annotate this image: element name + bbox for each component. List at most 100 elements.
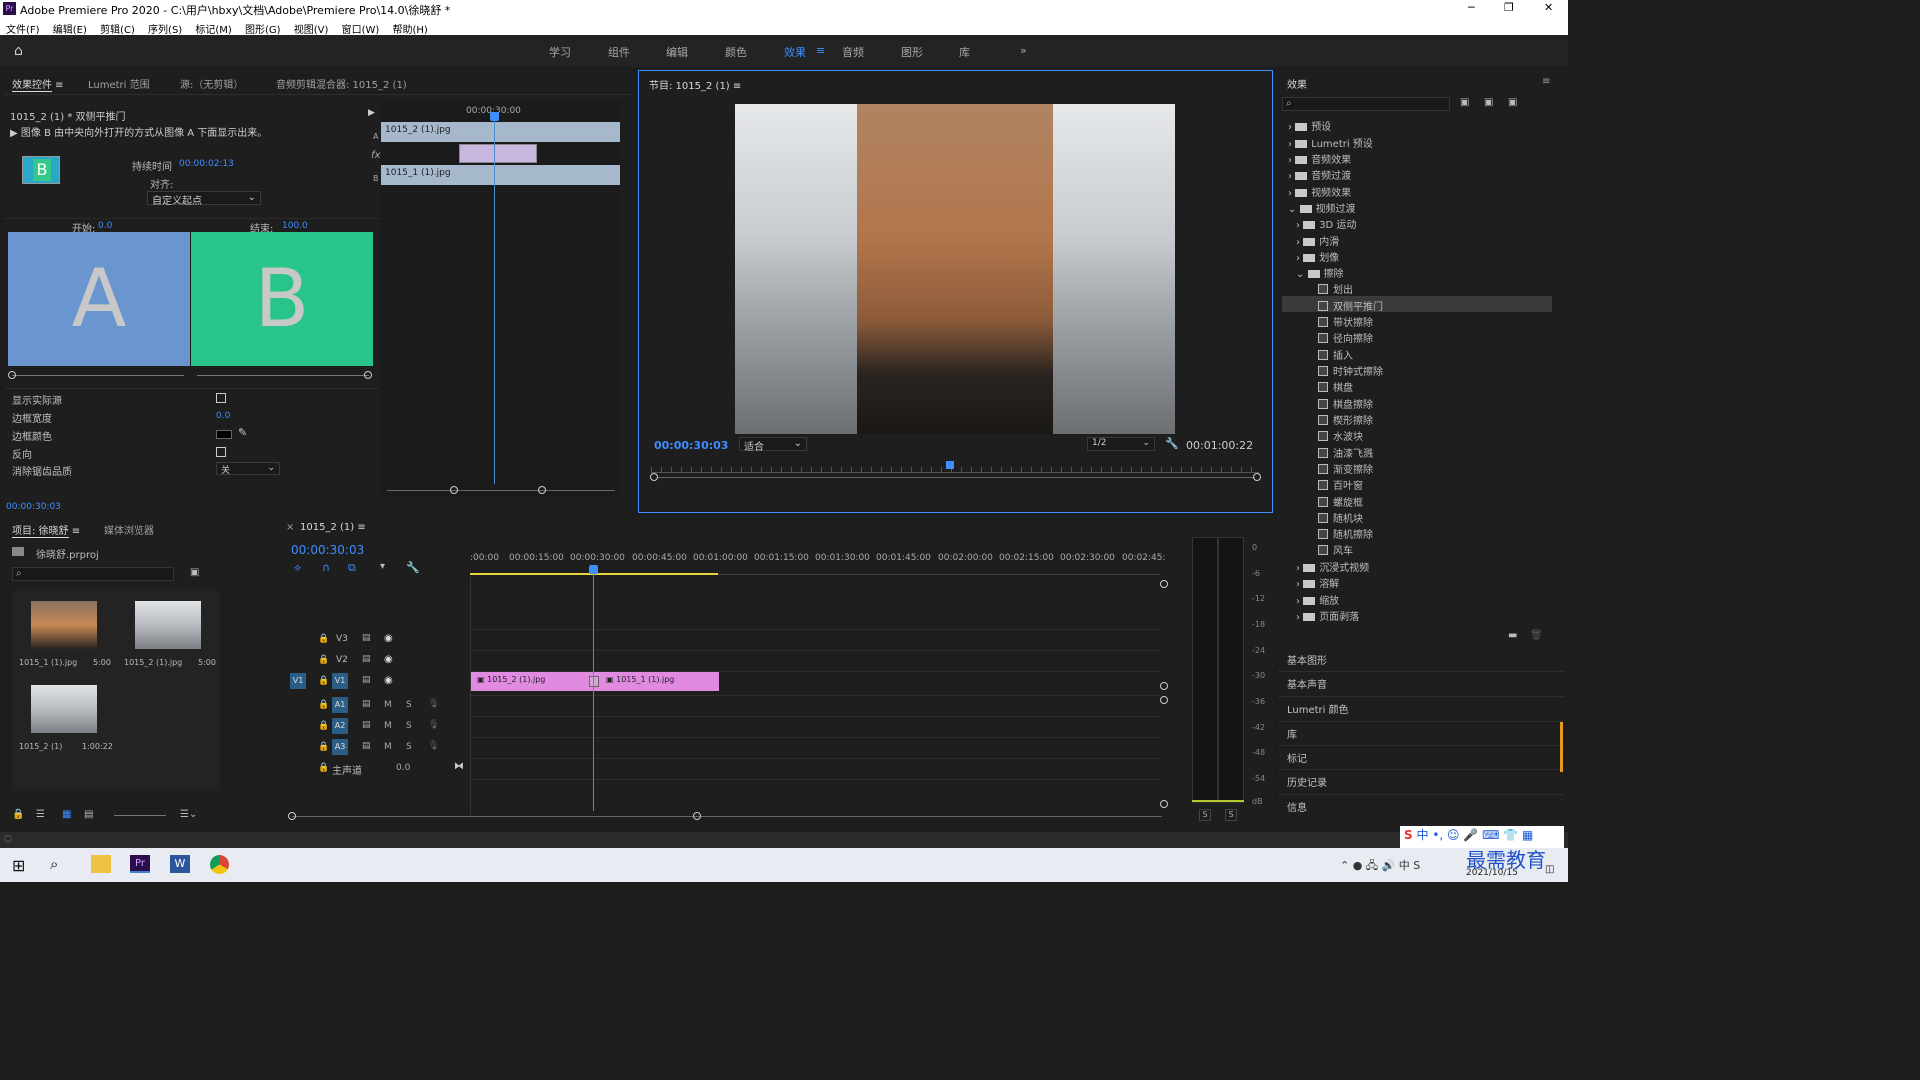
wrench-icon[interactable]: 🔧 [1165, 437, 1179, 450]
expand-description-icon[interactable]: ▶ [10, 128, 18, 139]
panel-essential-sound[interactable]: 基本声音 [1287, 676, 1327, 691]
play-transition-icon[interactable]: ▶ [368, 108, 375, 118]
lock-icon[interactable]: 🔒 [318, 676, 329, 686]
tab-effect-controls[interactable]: 效果控件 ≡ [12, 76, 64, 92]
go-to-end-icon[interactable]: ⧓ [454, 761, 464, 772]
workspace-assembly[interactable]: 组件 [608, 44, 630, 60]
panel-info[interactable]: 信息 [1287, 799, 1307, 814]
accelerated-effects-icon[interactable]: ▣ [1460, 97, 1469, 108]
microphone-icon[interactable]: 🎙 [428, 720, 439, 730]
lock-icon[interactable]: 🔒 [12, 809, 24, 820]
track-target-a3[interactable]: A3 [332, 739, 348, 755]
zoom-handle-right[interactable] [693, 812, 701, 820]
panel-markers[interactable]: 标记 [1287, 750, 1307, 765]
program-scrubber[interactable] [651, 467, 1259, 473]
effects-tree-zoom[interactable]: › 缩放 [1296, 592, 1339, 607]
chrome-taskbar-icon[interactable] [210, 855, 229, 874]
sync-lock-icon[interactable]: ▤ [362, 741, 371, 751]
effects-tree-audio-effects[interactable]: › 音频效果 [1288, 151, 1351, 166]
microphone-icon[interactable]: 🎙 [428, 699, 439, 709]
alignment-dropdown[interactable]: 自定义起点 ⌄ [147, 191, 261, 207]
mini-zoom-bar[interactable] [387, 490, 615, 491]
solo-left-button[interactable]: S [1199, 809, 1211, 821]
effects-tree-dissolve[interactable]: › 溶解 [1296, 575, 1339, 590]
mute-button[interactable]: M [384, 700, 392, 710]
duration-value[interactable]: 00:00:02:13 [179, 159, 234, 169]
file-explorer-icon[interactable] [91, 855, 111, 873]
effect-item-selected[interactable]: 双侧平推门 [1318, 298, 1383, 313]
tab-audio-clip-mixer[interactable]: 音频剪辑混合器: 1015_2 (1) [276, 76, 407, 91]
sync-lock-icon[interactable]: ▤ [362, 633, 371, 643]
effect-item[interactable]: 带状擦除 [1318, 314, 1373, 329]
add-marker-icon[interactable]: ▾ [380, 561, 385, 572]
workspace-color[interactable]: 颜色 [725, 44, 747, 60]
windows-start-icon[interactable]: ⊞ [12, 856, 25, 875]
effects-tree-audio-transitions[interactable]: › 音频过渡 [1288, 167, 1351, 182]
effect-item[interactable]: 风车 [1318, 542, 1353, 557]
program-timecode[interactable]: 00:00:30:03 [654, 439, 728, 452]
tab-source[interactable]: 源:（无剪辑） [180, 76, 243, 91]
lock-icon[interactable]: 🔒 [318, 700, 329, 710]
effects-tree-iris[interactable]: › 划像 [1296, 249, 1339, 264]
workspace-editing[interactable]: 编辑 [666, 44, 688, 60]
trash-icon[interactable]: 🗑 [1530, 630, 1543, 641]
sync-lock-icon[interactable]: ▤ [362, 699, 371, 709]
list-view-icon[interactable]: ☰ [36, 809, 45, 820]
tab-media-browser[interactable]: 媒体浏览器 [104, 522, 154, 537]
close-button[interactable]: ✕ [1544, 1, 1553, 14]
thumb-sequence[interactable] [31, 685, 97, 733]
end-slider-handle[interactable] [364, 371, 372, 379]
effects-search-input[interactable]: ⌕ [1282, 97, 1450, 111]
thumb-1015-1[interactable] [31, 601, 97, 649]
workspace-libraries[interactable]: 库 [959, 44, 970, 60]
program-zoom-bar[interactable] [657, 477, 1255, 478]
start-slider-handle[interactable] [8, 371, 16, 379]
workspace-menu-icon[interactable]: ≡ [816, 44, 825, 57]
vscroll-handle-bottom[interactable] [1160, 800, 1168, 808]
icon-view-icon[interactable]: ▦ [62, 809, 71, 820]
premiere-taskbar-icon[interactable]: Pr [130, 855, 150, 873]
panel-essential-graphics[interactable]: 基本图形 [1287, 652, 1327, 667]
restore-button[interactable]: ❐ [1504, 1, 1514, 14]
effect-item[interactable]: 油漆飞溅 [1318, 445, 1373, 460]
anti-aliasing-dropdown[interactable]: 关 ⌄ [216, 462, 280, 476]
end-value[interactable]: 100.0 [282, 221, 308, 231]
notification-icon[interactable]: ◫ [1545, 864, 1554, 875]
effects-tree-immersive[interactable]: › 沉浸式视频 [1296, 559, 1369, 574]
panel-menu-icon[interactable]: ≡ [1542, 76, 1550, 87]
effects-tree-presets[interactable]: › 预设 [1288, 118, 1331, 133]
vscroll-handle-mid[interactable] [1160, 682, 1168, 690]
effect-item[interactable]: 划出 [1318, 281, 1353, 296]
border-color-swatch[interactable] [216, 430, 232, 439]
tab-project[interactable]: 项目: 徐晓舒 ≡ [12, 522, 80, 538]
lock-icon[interactable]: 🔒 [318, 763, 329, 773]
microphone-icon[interactable]: 🎙 [428, 741, 439, 751]
effects-tree-lumetri-presets[interactable]: › Lumetri 预设 [1288, 135, 1373, 150]
zoom-handle-left[interactable] [288, 812, 296, 820]
effect-item[interactable]: 随机块 [1318, 510, 1363, 525]
home-icon[interactable]: ⌂ [14, 43, 23, 59]
border-width-value[interactable]: 0.0 [216, 411, 230, 421]
tray-icons[interactable]: ⌃ ● 🖧 🔊 中 S [1340, 857, 1420, 876]
lock-icon[interactable]: 🔒 [318, 721, 329, 731]
eye-icon[interactable]: ◉ [384, 633, 393, 644]
zoom-handle-left[interactable] [650, 473, 658, 481]
timeline-zoom-bar[interactable] [292, 816, 1162, 817]
mini-playhead-handle[interactable] [490, 112, 499, 121]
eyedropper-icon[interactable]: ✎ [238, 426, 247, 439]
resolution-dropdown[interactable]: 1/2 ⌄ [1087, 437, 1155, 451]
fit-dropdown[interactable]: 适合 ⌄ [739, 437, 807, 453]
sync-lock-icon[interactable]: ▤ [362, 675, 371, 685]
timeline-playhead-handle[interactable] [589, 565, 598, 574]
time-ruler[interactable]: :00:00 00:00:15:00 00:00:30:00 00:00:45:… [470, 551, 1165, 575]
freeform-view-icon[interactable]: ▤ [84, 809, 93, 820]
show-actual-sources-checkbox[interactable] [216, 393, 226, 403]
search-icon[interactable]: ⌕ [50, 855, 58, 873]
effects-tree-video-effects[interactable]: › 视频效果 [1288, 184, 1351, 199]
mini-clip-b[interactable]: 1015_1 (1).jpg [381, 165, 620, 185]
solo-right-button[interactable]: S [1225, 809, 1237, 821]
effect-item[interactable]: 棋盘擦除 [1318, 396, 1373, 411]
tab-sequence[interactable]: 1015_2 (1) ≡ [300, 522, 366, 533]
32bit-effects-icon[interactable]: ▣ [1484, 97, 1493, 108]
mini-transition[interactable] [459, 144, 537, 163]
